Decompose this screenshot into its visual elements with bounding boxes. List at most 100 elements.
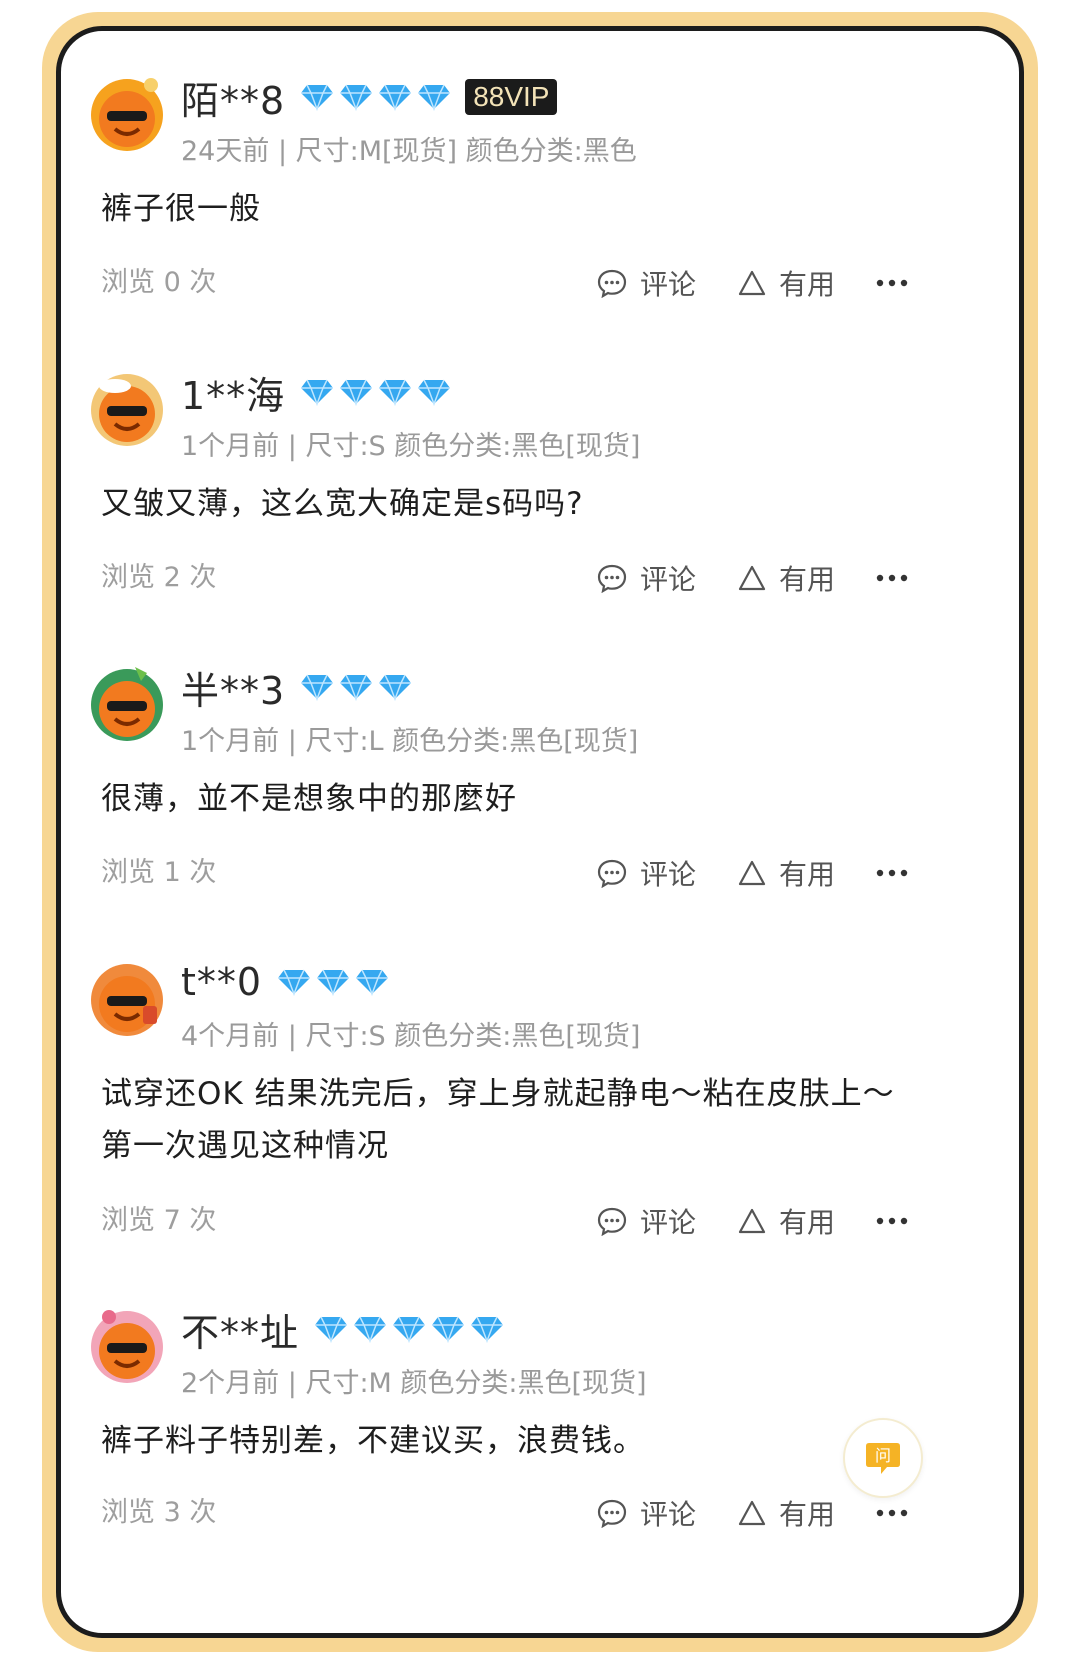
review-content: 裤子很一般	[101, 191, 261, 227]
useful-button[interactable]: 有用	[737, 558, 835, 598]
review-meta: 24天前 | 尺寸:M[现货] 颜色分类:黑色	[181, 136, 637, 167]
avatar[interactable]	[85, 661, 169, 745]
triangle-icon	[738, 1208, 766, 1234]
diamond-icon	[340, 379, 373, 406]
triangle-icon	[738, 270, 766, 296]
triangle-icon	[738, 565, 766, 591]
diamond-icon	[301, 674, 334, 701]
more-dots-icon	[876, 1217, 908, 1225]
comment-icon	[597, 269, 627, 298]
avatar[interactable]	[85, 71, 169, 155]
comment-icon	[597, 564, 627, 593]
comment-button[interactable]: 评论	[596, 1201, 696, 1241]
more-button[interactable]	[875, 263, 921, 303]
diamond-icon	[393, 1316, 426, 1343]
review-meta: 1个月前 | 尺寸:L 颜色分类:黑色[现货]	[181, 726, 639, 757]
review-content: 试穿还OK 结果洗完后，穿上身就起静电～粘在皮肤上～ 第一次遇见这种情况	[101, 1068, 981, 1172]
review-meta: 2个月前 | 尺寸:M 颜色分类:黑色[现货]	[181, 1368, 647, 1399]
view-count: 浏览 3 次	[101, 1497, 217, 1528]
diamond-icon	[356, 969, 389, 996]
diamond-icon	[418, 379, 451, 406]
level-diamonds	[276, 968, 393, 996]
diamond-icon	[471, 1316, 504, 1343]
username: 陌**8	[181, 78, 286, 123]
useful-button[interactable]: 有用	[737, 853, 835, 893]
diamond-icon	[354, 1316, 387, 1343]
useful-label: 有用	[779, 1498, 836, 1531]
diamond-icon	[340, 674, 373, 701]
username: 不**址	[181, 1310, 300, 1355]
comment-button[interactable]: 评论	[596, 1493, 696, 1533]
comment-button[interactable]: 评论	[596, 558, 696, 598]
useful-label: 有用	[779, 858, 836, 891]
diamond-icon	[301, 84, 334, 111]
username: 1**海	[181, 373, 286, 418]
review-footer: 浏览 3 次 评论 有用	[101, 1493, 991, 1533]
view-count: 浏览 0 次	[101, 267, 217, 298]
more-dots-icon	[876, 1509, 908, 1517]
level-diamonds	[313, 1315, 508, 1343]
comment-button[interactable]: 评论	[596, 263, 696, 303]
view-count: 浏览 7 次	[101, 1205, 217, 1236]
review-footer: 浏览 7 次 评论 有用	[101, 1201, 991, 1241]
triangle-icon	[738, 1500, 766, 1526]
review-content: 又皱又薄，这么宽大确定是s码吗?	[101, 486, 584, 522]
diamond-icon	[379, 84, 412, 111]
diamond-icon	[379, 674, 412, 701]
review-item: 1**海 1个月前 | 尺寸:S 颜色分类:黑色[现货] 又皱又薄，这么宽大确定…	[61, 366, 1019, 616]
more-dots-icon	[876, 869, 908, 877]
avatar[interactable]	[85, 1303, 169, 1387]
useful-button[interactable]: 有用	[737, 1201, 835, 1241]
comment-icon	[597, 1207, 627, 1236]
more-button[interactable]	[875, 1201, 921, 1241]
review-meta: 1个月前 | 尺寸:S 颜色分类:黑色[现货]	[181, 431, 641, 462]
useful-label: 有用	[779, 1206, 836, 1239]
more-button[interactable]	[875, 1493, 921, 1533]
comment-icon	[597, 859, 627, 888]
review-item: t**0 4个月前 | 尺寸:S 颜色分类:黑色[现货] 试穿还OK 结果洗完后…	[61, 956, 1019, 1256]
diamond-icon	[301, 379, 334, 406]
view-count: 浏览 2 次	[101, 562, 217, 593]
comment-label: 评论	[640, 563, 697, 596]
review-item: 陌**8 88VIP 24天前 | 尺寸:M[现货] 颜色分类:黑色 裤子很一般…	[61, 71, 1019, 321]
level-diamonds	[299, 378, 455, 406]
username: t**0	[181, 960, 263, 1004]
useful-button[interactable]: 有用	[737, 263, 835, 303]
diamond-icon	[278, 969, 311, 996]
comment-label: 评论	[640, 858, 697, 891]
diamond-icon	[379, 379, 412, 406]
review-content-line: 试穿还OK 结果洗完后，穿上身就起静电～粘在皮肤上～	[101, 1076, 895, 1112]
more-button[interactable]	[875, 558, 921, 598]
more-dots-icon	[876, 279, 908, 287]
review-content: 很薄，並不是想象中的那麼好	[101, 781, 517, 817]
comment-label: 评论	[640, 1498, 697, 1531]
comment-label: 评论	[640, 1206, 697, 1239]
comment-label: 评论	[640, 268, 697, 301]
avatar[interactable]	[85, 366, 169, 450]
diamond-icon	[432, 1316, 465, 1343]
question-chat-icon: 问	[866, 1443, 900, 1474]
view-count: 浏览 1 次	[101, 857, 217, 888]
diamond-icon	[317, 969, 350, 996]
useful-label: 有用	[779, 563, 836, 596]
triangle-icon	[738, 860, 766, 886]
review-item: 半**3 1个月前 | 尺寸:L 颜色分类:黑色[现货] 很薄，並不是想象中的那…	[61, 661, 1019, 911]
diamond-icon	[340, 84, 373, 111]
useful-button[interactable]: 有用	[737, 1493, 835, 1533]
comment-button[interactable]: 评论	[596, 853, 696, 893]
review-footer: 浏览 1 次 评论 有用	[101, 853, 991, 893]
username: 半**3	[181, 668, 286, 713]
review-content-line: 第一次遇见这种情况	[101, 1128, 389, 1164]
reviews-panel: 陌**8 88VIP 24天前 | 尺寸:M[现货] 颜色分类:黑色 裤子很一般…	[56, 26, 1024, 1638]
ask-label: 问	[875, 1446, 891, 1465]
level-diamonds	[299, 673, 416, 701]
useful-label: 有用	[779, 268, 836, 301]
more-button[interactable]	[875, 853, 921, 893]
level-diamonds	[299, 83, 455, 111]
review-meta: 4个月前 | 尺寸:S 颜色分类:黑色[现货]	[181, 1021, 641, 1052]
diamond-icon	[418, 84, 451, 111]
diamond-icon	[315, 1316, 348, 1343]
avatar[interactable]	[85, 956, 169, 1040]
vip-badge: 88VIP	[465, 79, 558, 115]
ask-question-button[interactable]: 问	[843, 1418, 923, 1498]
